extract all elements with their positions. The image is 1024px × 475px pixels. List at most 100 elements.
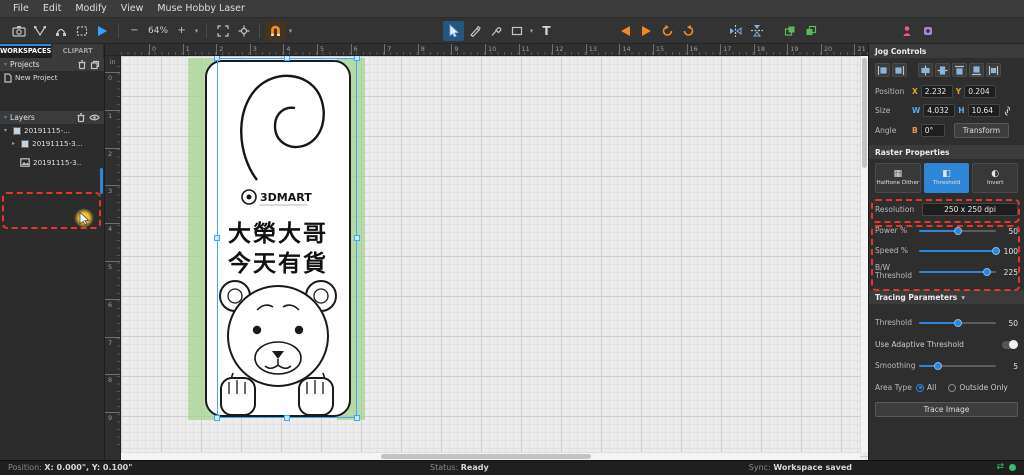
area-type-all-radio[interactable] (916, 384, 924, 392)
power-slider[interactable] (919, 226, 996, 236)
trace-image-button[interactable]: Trace Image (875, 402, 1018, 417)
selection-handle-s[interactable] (284, 415, 290, 421)
power-slider-knob[interactable] (954, 227, 962, 235)
invert-button[interactable]: ◐ Invert (972, 163, 1018, 193)
shape-tool-button[interactable] (506, 21, 527, 41)
menu-item[interactable]: Modify (68, 3, 113, 14)
align-right-button[interactable] (892, 63, 907, 77)
rotate-cw-button[interactable] (678, 21, 699, 41)
text-tool-button[interactable]: T (536, 21, 557, 41)
zoom-out-button[interactable]: − (124, 21, 145, 41)
delete-layer-icon[interactable] (76, 112, 86, 123)
menu-item[interactable]: View (114, 3, 151, 14)
resolution-value[interactable]: 250 x 250 dpi (922, 203, 1018, 216)
bring-forward-button[interactable] (779, 21, 800, 41)
shape-dropdown-chevron-icon[interactable]: ▾ (527, 27, 536, 35)
bw-threshold-slider-knob[interactable] (983, 268, 991, 276)
fit-to-screen-button[interactable] (212, 21, 233, 41)
selection-handle-n[interactable] (284, 56, 290, 61)
align-center-h-button[interactable] (918, 63, 933, 77)
size-h-field[interactable]: 10.64 (968, 104, 1000, 117)
menu-item[interactable]: File (6, 3, 36, 14)
selection-handle-sw[interactable] (214, 415, 220, 421)
bw-threshold-slider[interactable] (919, 267, 996, 277)
node-edit-button[interactable] (50, 21, 71, 41)
laser-head-button[interactable] (896, 21, 917, 41)
zoom-level[interactable]: 64% (145, 26, 171, 36)
speed-slider-knob[interactable] (992, 247, 1000, 255)
design-artwork[interactable]: 3DMART 大榮大哥 今天有貨 (185, 58, 365, 420)
align-left-edge-button[interactable] (615, 21, 636, 41)
trace-threshold-slider-knob[interactable] (954, 319, 962, 327)
threshold-mode-button[interactable]: ◧ Threshold (924, 163, 970, 193)
canvas-vertical-scrollbar[interactable] (860, 56, 868, 452)
align-top-button[interactable] (952, 63, 967, 77)
scrollbar-thumb[interactable] (381, 454, 591, 459)
tab-workspaces[interactable]: WORKSPACES (0, 44, 52, 58)
selection-handle-ne[interactable] (354, 56, 360, 61)
trace-threshold-slider[interactable] (919, 318, 996, 328)
pen-tool-button[interactable] (464, 21, 485, 41)
area-type-outside-radio[interactable] (948, 384, 956, 392)
zoom-in-button[interactable]: + (171, 21, 192, 41)
distribute-button[interactable] (986, 63, 1001, 77)
flip-vertical-button[interactable] (746, 21, 767, 41)
delete-project-icon[interactable] (77, 59, 87, 70)
marquee-select-button[interactable] (71, 21, 92, 41)
center-view-button[interactable] (233, 21, 254, 41)
magnet-dropdown-chevron-icon[interactable]: ▾ (286, 27, 295, 35)
snap-magnet-button[interactable] (265, 21, 286, 41)
smoothing-slider[interactable] (919, 361, 996, 371)
camera-capture-button[interactable] (8, 21, 29, 41)
flip-horizontal-button[interactable] (725, 21, 746, 41)
canvas-horizontal-scrollbar[interactable] (121, 452, 860, 460)
duplicate-project-icon[interactable] (90, 60, 100, 70)
halftone-dither-button[interactable]: ▦ Halftone Dither (875, 163, 921, 193)
zoom-dropdown-chevron-icon[interactable]: ▾ (192, 27, 201, 35)
tab-clipart[interactable]: CLIPART (52, 44, 104, 58)
tracing-chevron-icon[interactable]: ▾ (961, 293, 965, 302)
device-settings-button[interactable] (917, 21, 938, 41)
eyedropper-tool-button[interactable] (485, 21, 506, 41)
send-backward-button[interactable] (800, 21, 821, 41)
selection-bounding-box[interactable] (217, 58, 357, 418)
scrollbar-thumb[interactable] (862, 58, 867, 168)
lock-aspect-link-icon[interactable] (1003, 106, 1012, 116)
menu-item[interactable]: Muse Hobby Laser (150, 3, 252, 14)
toggle-knob[interactable] (1009, 340, 1018, 349)
layers-scrollbar-thumb[interactable] (100, 168, 103, 194)
layer-row-child[interactable]: ▸ 20191115-3... (0, 137, 104, 150)
layer-row-image[interactable]: 20191115-3.. (0, 156, 104, 169)
transform-button[interactable]: Transform (954, 123, 1009, 138)
tracing-parameters-header[interactable]: Tracing Parameters ▾ (869, 290, 1024, 304)
selection-handle-se[interactable] (354, 415, 360, 421)
layers-chevron-icon[interactable]: ▾ (4, 114, 7, 121)
size-w-field[interactable]: 4.032 (923, 104, 955, 117)
run-job-button[interactable] (92, 21, 113, 41)
smoothing-slider-knob[interactable] (934, 362, 942, 370)
expand-caret-icon[interactable]: ▾ (4, 127, 10, 134)
collapse-caret-icon[interactable]: ▸ (12, 140, 18, 147)
vector-trace-button[interactable] (29, 21, 50, 41)
position-y-field[interactable]: 0.204 (964, 85, 996, 98)
project-item[interactable]: New Project (0, 71, 104, 84)
align-left-button[interactable] (875, 63, 890, 77)
workspace-canvas[interactable]: 3DMART 大榮大哥 今天有貨 (121, 56, 868, 460)
align-right-edge-button[interactable] (636, 21, 657, 41)
position-x-field[interactable]: 2.232 (921, 85, 953, 98)
align-bottom-button[interactable] (969, 63, 984, 77)
align-middle-v-button[interactable] (935, 63, 950, 77)
speed-slider[interactable] (919, 246, 996, 256)
selection-handle-nw[interactable] (214, 56, 220, 61)
adaptive-threshold-toggle[interactable] (1002, 341, 1018, 349)
angle-field[interactable]: 0° (921, 124, 945, 137)
projects-chevron-icon[interactable]: ▾ (4, 61, 7, 68)
layer-visibility-icon[interactable] (89, 113, 100, 122)
layer-row-group[interactable]: ▾ 20191115-... (0, 124, 104, 137)
selection-handle-w[interactable] (214, 235, 220, 241)
selection-handle-e[interactable] (354, 235, 360, 241)
rotate-ccw-button[interactable] (657, 21, 678, 41)
select-tool-button[interactable] (443, 21, 464, 41)
angle-row: Angle B 0° Transform (869, 123, 1024, 138)
menu-item[interactable]: Edit (36, 3, 68, 14)
